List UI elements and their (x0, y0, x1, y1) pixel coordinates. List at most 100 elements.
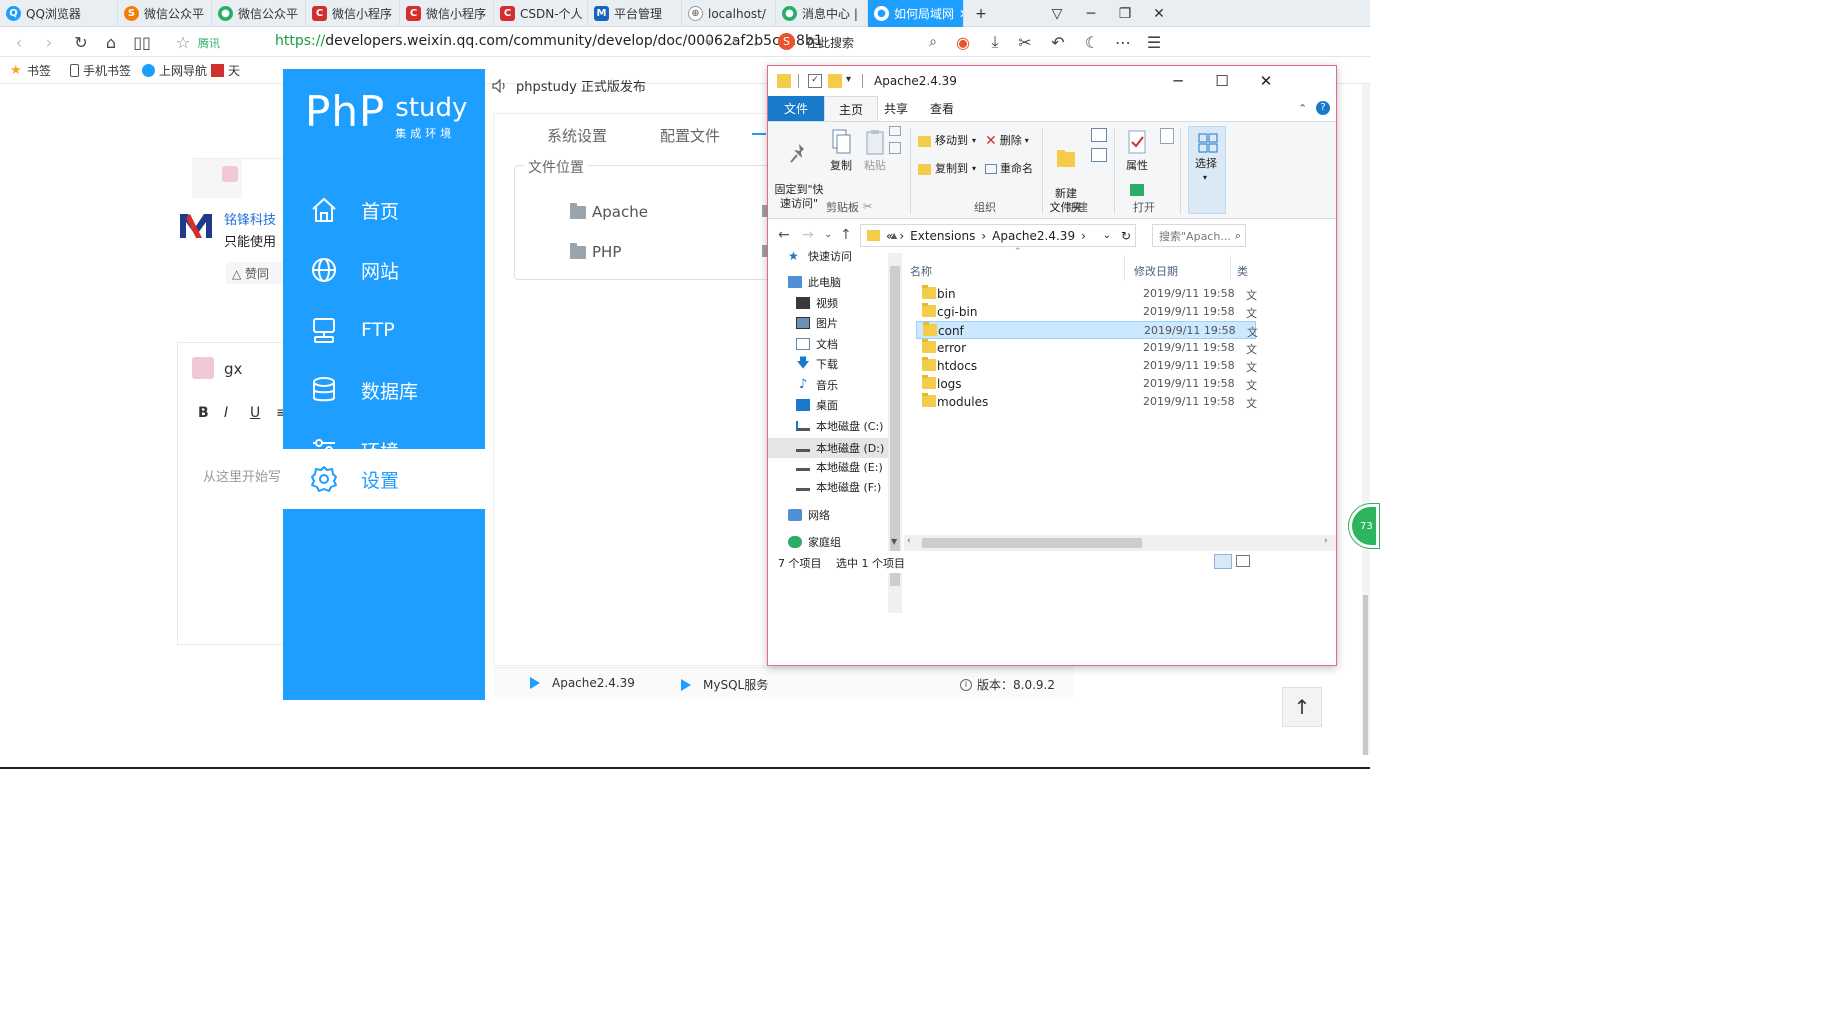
address-breadcrumb[interactable]: « › Extensions › Apache2.4.39 › ⌄ ↻ (860, 224, 1136, 247)
select-button[interactable]: 选择 ▾ (1188, 126, 1226, 214)
column-type[interactable]: 类 (1237, 263, 1248, 279)
new-folder-icon[interactable] (828, 74, 842, 88)
nav-home[interactable]: 首页 (283, 180, 485, 240)
nav-website[interactable]: 网站 (283, 240, 485, 300)
horizontal-scrollbar[interactable]: ‹ › (904, 535, 1336, 551)
copy-to-button[interactable]: 复制到 ▾ (918, 162, 976, 176)
large-icons-view-icon[interactable] (1236, 555, 1250, 567)
column-date[interactable]: 修改日期 (1134, 263, 1178, 279)
file-row[interactable]: logs 2019/9/11 19:58 文 (916, 375, 1257, 393)
file-row-selected[interactable]: conf 2019/9/11 19:58 文 (916, 321, 1258, 339)
search-input[interactable]: 搜索"Apach... ⌕ (1152, 224, 1246, 247)
bookmark-item[interactable]: 手机书签 (70, 62, 131, 79)
home-icon[interactable]: ⌂ (100, 31, 122, 53)
reader-icon[interactable]: ▯▯ (131, 31, 153, 53)
scroll-up-icon[interactable]: ▲ (891, 231, 897, 240)
underline-button[interactable]: U (250, 405, 260, 421)
tab-1[interactable]: S 微信公众平 (118, 0, 212, 27)
pin-quick-access-button[interactable]: 固定到"快 速访问" (774, 128, 824, 211)
tree-desktop[interactable]: 桌面 (796, 397, 838, 413)
file-row[interactable]: cgi-bin 2019/9/11 19:58 文 (916, 303, 1257, 321)
scissors-icon[interactable]: ✂ (1014, 31, 1036, 53)
breadcrumb-apache[interactable]: Apache2.4.39 (992, 229, 1075, 243)
tab-5[interactable]: C CSDN-个人 (494, 0, 588, 27)
share-icon[interactable]: ↗ (722, 31, 744, 53)
file-row[interactable]: bin 2019/9/11 19:58 文 (916, 285, 1257, 303)
column-name[interactable]: 名称 (910, 263, 932, 279)
scroll-down-icon[interactable]: ▼ (891, 537, 897, 546)
refresh-icon[interactable]: ↻ (70, 31, 92, 53)
column-divider[interactable] (1230, 255, 1231, 281)
scroll-right-icon[interactable]: › (1324, 536, 1328, 546)
back-icon[interactable]: ‹ (8, 31, 30, 53)
tab-3[interactable]: C 微信小程序 (306, 0, 400, 27)
close-icon[interactable]: ✕ (1244, 69, 1288, 93)
rename-button[interactable]: 重命名 (985, 162, 1033, 176)
chevron-down-icon[interactable]: ⌄ (1103, 230, 1111, 241)
refresh-icon[interactable]: ↻ (1121, 229, 1131, 243)
breadcrumb-extensions[interactable]: Extensions (910, 229, 975, 243)
tree-drive-e[interactable]: 本地磁盘 (E:) (796, 459, 883, 475)
file-row[interactable]: error 2019/9/11 19:58 文 (916, 339, 1257, 357)
move-to-button[interactable]: 移动到 ▾ (918, 134, 976, 148)
location-apache[interactable]: Apache (570, 202, 648, 221)
menu-icon[interactable]: ☰ (1143, 31, 1165, 53)
tab-0[interactable]: Q QQ浏览器 (0, 0, 118, 27)
easy-access-icon[interactable] (1091, 148, 1107, 162)
italic-button[interactable]: I (224, 405, 228, 421)
tree-quick-access[interactable]: ★ 快速访问 (788, 248, 852, 264)
copy-path-icon[interactable] (889, 126, 901, 136)
open-icon[interactable] (1130, 184, 1144, 196)
bookmark-item[interactable]: 天 (211, 62, 240, 79)
column-divider[interactable] (1124, 255, 1125, 281)
details-view-icon[interactable] (1214, 554, 1232, 569)
mysql-status[interactable]: MySQL服务 (681, 676, 768, 693)
minimize-icon[interactable]: ─ (1074, 0, 1108, 27)
tab-share[interactable]: 共享 (870, 96, 922, 121)
tab-7[interactable]: ⊕ localhost/ (682, 0, 776, 27)
close-window-icon[interactable]: ✕ (1142, 0, 1176, 27)
editor-placeholder[interactable]: 从这里开始写 (203, 466, 281, 485)
page-scrollbar-thumb[interactable] (1363, 595, 1368, 755)
bookmark-item[interactable]: 上网导航 (142, 62, 207, 79)
tree-homegroup[interactable]: 家庭组 (788, 534, 841, 550)
tree-drive-f[interactable]: 本地磁盘 (F:) (796, 479, 881, 495)
night-mode-icon[interactable]: ☾ (1081, 31, 1103, 53)
tree-videos[interactable]: 视频 (796, 295, 838, 311)
back-icon[interactable]: ← (778, 227, 790, 243)
restore-icon[interactable]: ❐ (1108, 0, 1142, 27)
nav-settings[interactable]: 设置 (283, 449, 485, 509)
tree-drive-d[interactable]: 本地磁盘 (D:) (768, 438, 888, 458)
scroll-left-icon[interactable]: ‹ (907, 536, 911, 546)
bookmark-item[interactable]: ★ 书签 (10, 62, 51, 79)
location-php[interactable]: PHP (570, 242, 621, 261)
like-button[interactable]: △ 赞同 (226, 262, 286, 284)
bold-button[interactable]: B (198, 405, 209, 421)
star-icon[interactable]: ☆ (172, 31, 194, 53)
forward-icon[interactable]: → (802, 227, 814, 243)
up-icon[interactable]: ↑ (840, 227, 852, 243)
tab-view[interactable]: 查看 (916, 96, 968, 121)
chevron-down-icon[interactable]: ▾ (846, 74, 860, 88)
tab-config-files[interactable]: 配置文件 (660, 125, 720, 146)
maximize-icon[interactable]: ☐ (1200, 69, 1244, 93)
tree-this-pc[interactable]: 此电脑 (788, 274, 841, 290)
lightning-icon[interactable]: ϟ (697, 31, 719, 53)
tree-network[interactable]: 网络 (788, 507, 830, 523)
tab-8[interactable]: ● 消息中心 | (776, 0, 868, 27)
new-tab-button[interactable]: + (964, 0, 998, 27)
tree-drive-c[interactable]: 本地磁盘 (C:) (796, 418, 883, 434)
copy-button[interactable]: 复制 (826, 128, 856, 173)
recent-icon[interactable]: ⌄ (824, 229, 832, 240)
tree-downloads[interactable]: 🡇 下载 (796, 356, 838, 372)
search-input[interactable]: 在此搜索 (806, 34, 854, 51)
file-row[interactable]: htdocs 2019/9/11 19:58 文 (916, 357, 1257, 375)
search-engine-icon[interactable]: S (778, 33, 795, 50)
forward-icon[interactable]: › (38, 31, 60, 53)
tab-active[interactable]: ● 如何局域网 ✕ (868, 0, 964, 27)
nav-database[interactable]: 数据库 (283, 360, 485, 420)
back-to-top-button[interactable]: ↑ (1282, 687, 1322, 727)
new-item-icon[interactable] (1091, 128, 1107, 142)
horizontal-scrollbar-thumb[interactable] (922, 538, 1142, 548)
download-icon[interactable]: ⤓ (984, 31, 1006, 53)
